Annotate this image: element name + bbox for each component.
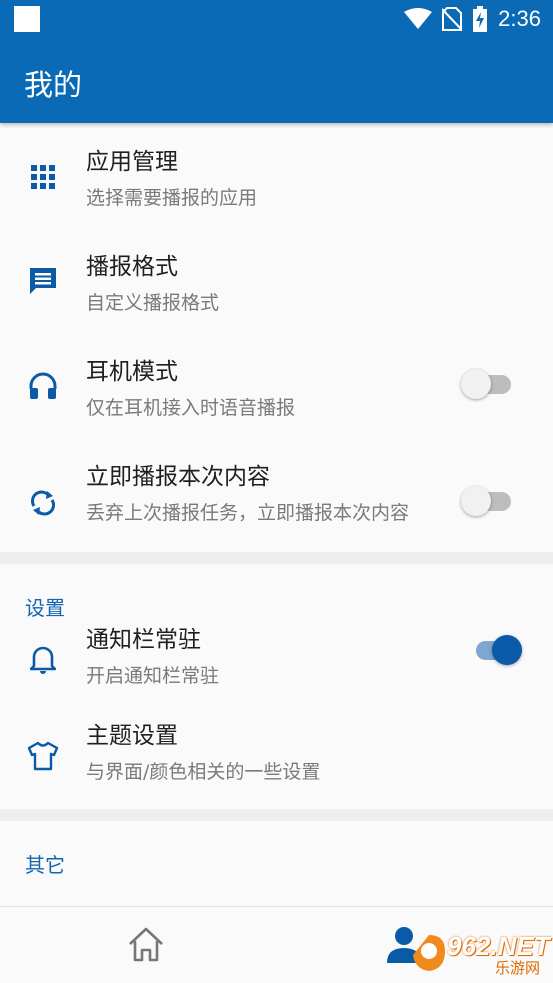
bell-icon [26,642,60,676]
settings-section-header: 设置 [0,564,553,632]
pref-title: 立即播报本次内容 [86,464,270,490]
pref-summary: 选择需要播报的应用 [86,187,258,209]
persistent-notification-switch[interactable] [472,635,524,665]
other-section-header: 其它 [0,821,553,889]
shirt-icon [26,739,60,773]
home-icon [129,927,163,962]
headphone-mode-switch[interactable] [461,369,513,399]
page-title: 我的 [24,68,83,102]
pref-persistent-notification[interactable]: 通知栏常驻 开启通知栏常驻 [0,627,553,737]
nav-home-button[interactable] [126,925,166,965]
pref-title: 播报格式 [86,254,178,280]
pref-title: 通知栏常驻 [86,627,201,653]
pref-app-management[interactable]: 应用管理 选择需要播报的应用 [0,123,553,228]
main-content: 应用管理 选择需要播报的应用 播报格式 自定义播报格式 耳机模式 仅在耳机接入时… [0,123,553,889]
battery-charging-icon [473,6,488,32]
settings-preferences: 通知栏常驻 开启通知栏常驻 主题设置 与界面/颜色相关的一些设置 [0,627,553,809]
watermark-logo: 962.NET 乐游网 [407,927,550,979]
section-divider [0,552,553,564]
headphones-icon [26,369,60,403]
watermark-badge-icon [413,935,445,971]
broadcast-now-switch[interactable] [461,486,513,516]
no-sim-icon [442,7,463,31]
notification-icon [14,6,40,32]
switch-thumb [461,369,491,399]
pref-broadcast-format[interactable]: 播报格式 自定义播报格式 [0,228,553,333]
watermark-subtext: 乐游网 [495,959,541,977]
pref-title: 主题设置 [86,723,178,749]
pref-title: 耳机模式 [86,359,178,385]
section-divider [0,809,553,821]
pref-broadcast-now[interactable]: 立即播报本次内容 丢弃上次播报任务，立即播报本次内容 [0,438,553,552]
pref-summary: 自定义播报格式 [86,292,220,314]
pref-summary: 仅在耳机接入时语音播报 [86,397,296,419]
status-time: 2:36 [498,6,541,31]
pref-headphone-mode[interactable]: 耳机模式 仅在耳机接入时语音播报 [0,333,553,438]
switch-thumb [492,635,522,665]
section-header-label: 设置 [25,596,65,620]
pref-summary: 与界面/颜色相关的一些设置 [86,761,321,783]
status-bar: 2:36 [0,0,553,38]
pref-summary: 丢弃上次播报任务，立即播报本次内容 [86,502,410,524]
message-icon [26,264,60,298]
pref-summary: 开启通知栏常驻 [86,665,220,687]
pref-theme-settings[interactable]: 主题设置 与界面/颜色相关的一些设置 [0,723,553,809]
sync-icon [26,486,60,520]
apps-grid-icon [26,160,60,194]
main-preferences: 应用管理 选择需要播报的应用 播报格式 自定义播报格式 耳机模式 仅在耳机接入时… [0,123,553,552]
status-icons: 2:36 [404,0,541,38]
pref-title: 应用管理 [86,149,178,175]
app-bar: 我的 [0,38,553,123]
switch-thumb [461,486,491,516]
wifi-icon [404,8,433,29]
section-header-label: 其它 [25,853,65,877]
